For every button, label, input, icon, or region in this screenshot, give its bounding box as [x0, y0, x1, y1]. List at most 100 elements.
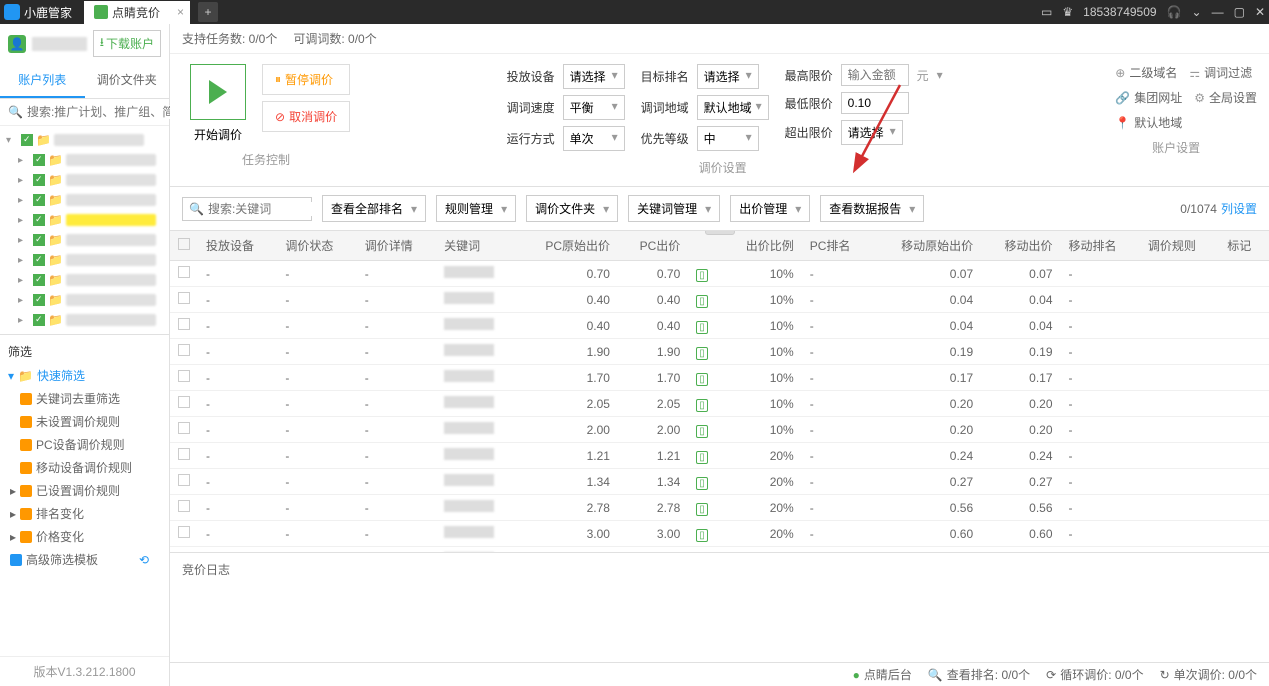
- row-checkbox[interactable]: [178, 448, 190, 460]
- book-icon[interactable]: ▭: [1041, 5, 1052, 19]
- phone-icon: ▯: [696, 477, 708, 490]
- filter-icon: ⚎: [1189, 66, 1200, 80]
- tree-item[interactable]: ▸📁: [0, 170, 169, 190]
- row-checkbox[interactable]: [178, 292, 190, 304]
- table-row[interactable]: --- 3.003.00 ▯ 20%- 0.600.60 -: [170, 521, 1269, 547]
- close-icon[interactable]: ×: [177, 5, 184, 19]
- close-window-icon[interactable]: ✕: [1255, 5, 1265, 19]
- tab-add-button[interactable]: +: [198, 2, 218, 22]
- region-select[interactable]: 默认地域: [697, 95, 769, 120]
- folder-mgmt-dropdown[interactable]: 调价文件夹: [526, 195, 618, 222]
- default-region-link[interactable]: 📍默认地域: [1115, 114, 1182, 131]
- speed-select[interactable]: 平衡: [563, 95, 625, 120]
- backend-link[interactable]: ●点睛后台: [853, 666, 912, 683]
- tree-item[interactable]: ▸📁: [0, 150, 169, 170]
- col-settings-link[interactable]: 列设置: [1221, 200, 1257, 217]
- tab-folders[interactable]: 调价文件夹: [85, 63, 170, 98]
- filter-rank-change[interactable]: ▸排名变化: [0, 502, 169, 525]
- tree-item[interactable]: ▸📁: [0, 250, 169, 270]
- tab-icon: [94, 5, 108, 19]
- row-checkbox[interactable]: [178, 422, 190, 434]
- over-price-select[interactable]: 请选择: [841, 120, 903, 145]
- crown-icon[interactable]: ♛: [1062, 5, 1073, 19]
- filter-no-rule[interactable]: 未设置调价规则: [0, 410, 169, 433]
- phone-icon: ▯: [696, 503, 708, 516]
- filter-advanced[interactable]: 高级筛选模板⟲: [0, 548, 169, 571]
- search-icon: 🔍: [928, 668, 943, 682]
- pause-button[interactable]: ⏸暂停调价: [262, 64, 350, 95]
- row-checkbox[interactable]: [178, 396, 190, 408]
- app-name: 小鹿管家: [24, 4, 72, 21]
- log-section: 竞价日志: [170, 552, 1269, 662]
- min-price-input[interactable]: [841, 92, 909, 114]
- keyword-mgmt-dropdown[interactable]: 关键词管理: [628, 195, 720, 222]
- row-checkbox[interactable]: [178, 526, 190, 538]
- priority-select[interactable]: 中: [697, 126, 759, 151]
- table-row[interactable]: --- 2.052.05 ▯ 10%- 0.200.20 -: [170, 391, 1269, 417]
- filter-keyword-dedup[interactable]: 关键词去重筛选: [0, 387, 169, 410]
- max-price-input[interactable]: [841, 64, 909, 86]
- sidebar-search[interactable]: 🔍: [0, 99, 169, 126]
- user-icon: 👤: [8, 35, 26, 53]
- row-checkbox[interactable]: [178, 474, 190, 486]
- mode-select[interactable]: 单次: [563, 126, 625, 151]
- content-top: 支持任务数: 0/0个 可调词数: 0/0个: [170, 24, 1269, 54]
- tree-item[interactable]: ▸📁: [0, 270, 169, 290]
- table-header: 投放设备 调价状态 调价详情 关键词 PC原始出价 PC出价 出价比例 PC排名…: [170, 231, 1269, 261]
- filter-pc-rule[interactable]: PC设备调价规则: [0, 433, 169, 456]
- row-count: 0/1074: [1180, 202, 1217, 216]
- table-row[interactable]: --- 1.341.34 ▯ 20%- 0.270.27 -: [170, 469, 1269, 495]
- support-tasks: 支持任务数: 0/0个: [182, 30, 277, 47]
- table-row[interactable]: --- 1.211.21 ▯ 20%- 0.240.24 -: [170, 443, 1269, 469]
- domain-link[interactable]: ⊕二级域名: [1115, 64, 1177, 81]
- filter-price-change[interactable]: ▸价格变化: [0, 525, 169, 548]
- keyword-search[interactable]: 🔍: [182, 197, 312, 221]
- splitter-handle[interactable]: [705, 231, 735, 235]
- tree-item[interactable]: ▸📁: [0, 230, 169, 250]
- quick-filter-head[interactable]: ▾📁快速筛选: [0, 364, 169, 387]
- arrow-down-icon[interactable]: ⌄: [1192, 5, 1202, 19]
- table-row[interactable]: --- 2.002.00 ▯ 10%- 0.200.20 -: [170, 417, 1269, 443]
- table-row[interactable]: --- 0.700.70 ▯ 10%- 0.070.07 -: [170, 261, 1269, 287]
- report-dropdown[interactable]: 查看数据报告: [820, 195, 924, 222]
- table-row[interactable]: --- 0.400.40 ▯ 10%- 0.040.04 -: [170, 287, 1269, 313]
- bid-mgmt-dropdown[interactable]: 出价管理: [730, 195, 810, 222]
- tree-root[interactable]: ▾📁: [0, 130, 169, 150]
- device-select[interactable]: 请选择: [563, 64, 625, 89]
- row-checkbox[interactable]: [178, 370, 190, 382]
- table-row[interactable]: --- 1.901.90 ▯ 10%- 0.190.19 -: [170, 339, 1269, 365]
- select-all-checkbox[interactable]: [178, 238, 190, 250]
- group-url-link[interactable]: 🔗集团网址: [1115, 89, 1182, 106]
- tree-item[interactable]: ▸📁: [0, 210, 169, 230]
- table-row[interactable]: --- 2.782.78 ▯ 20%- 0.560.56 -: [170, 495, 1269, 521]
- minimize-icon[interactable]: —: [1212, 5, 1224, 19]
- status-view-rank: 🔍查看排名: 0/0个: [928, 666, 1030, 683]
- tab-accounts[interactable]: 账户列表: [0, 63, 85, 98]
- rank-select[interactable]: 请选择: [697, 64, 759, 89]
- row-checkbox[interactable]: [178, 344, 190, 356]
- headset-icon[interactable]: 🎧: [1167, 5, 1182, 19]
- table-row[interactable]: --- 1.701.70 ▯ 10%- 0.170.17 -: [170, 365, 1269, 391]
- filter-has-rule[interactable]: ▸已设置调价规则: [0, 479, 169, 502]
- tree-item[interactable]: ▸📁: [0, 190, 169, 210]
- row-checkbox[interactable]: [178, 500, 190, 512]
- keyword-cell: [444, 500, 494, 512]
- view-rank-dropdown[interactable]: 查看全部排名: [322, 195, 426, 222]
- download-account-button[interactable]: ⭳下载账户: [93, 30, 161, 57]
- rule-mgmt-dropdown[interactable]: 规则管理: [436, 195, 516, 222]
- tree-item[interactable]: ▸📁: [0, 290, 169, 310]
- tree-item[interactable]: ▸📁: [0, 310, 169, 330]
- filter-title: 筛选: [0, 339, 169, 364]
- global-link[interactable]: ⚙全局设置: [1194, 89, 1257, 106]
- filter-link[interactable]: ⚎调词过滤: [1189, 64, 1252, 81]
- table-row[interactable]: --- 0.900.90 ▯ 20%- 0.180.18 -: [170, 547, 1269, 553]
- tab-active[interactable]: 点睛竞价 ×: [84, 1, 190, 24]
- filter-mobile-rule[interactable]: 移动设备调价规则: [0, 456, 169, 479]
- cancel-button[interactable]: ⊘取消调价: [262, 101, 350, 132]
- start-button[interactable]: [190, 64, 246, 120]
- table-row[interactable]: --- 0.400.40 ▯ 10%- 0.040.04 -: [170, 313, 1269, 339]
- sidebar-search-input[interactable]: [27, 105, 182, 119]
- row-checkbox[interactable]: [178, 318, 190, 330]
- maximize-icon[interactable]: ▢: [1234, 5, 1245, 19]
- row-checkbox[interactable]: [178, 266, 190, 278]
